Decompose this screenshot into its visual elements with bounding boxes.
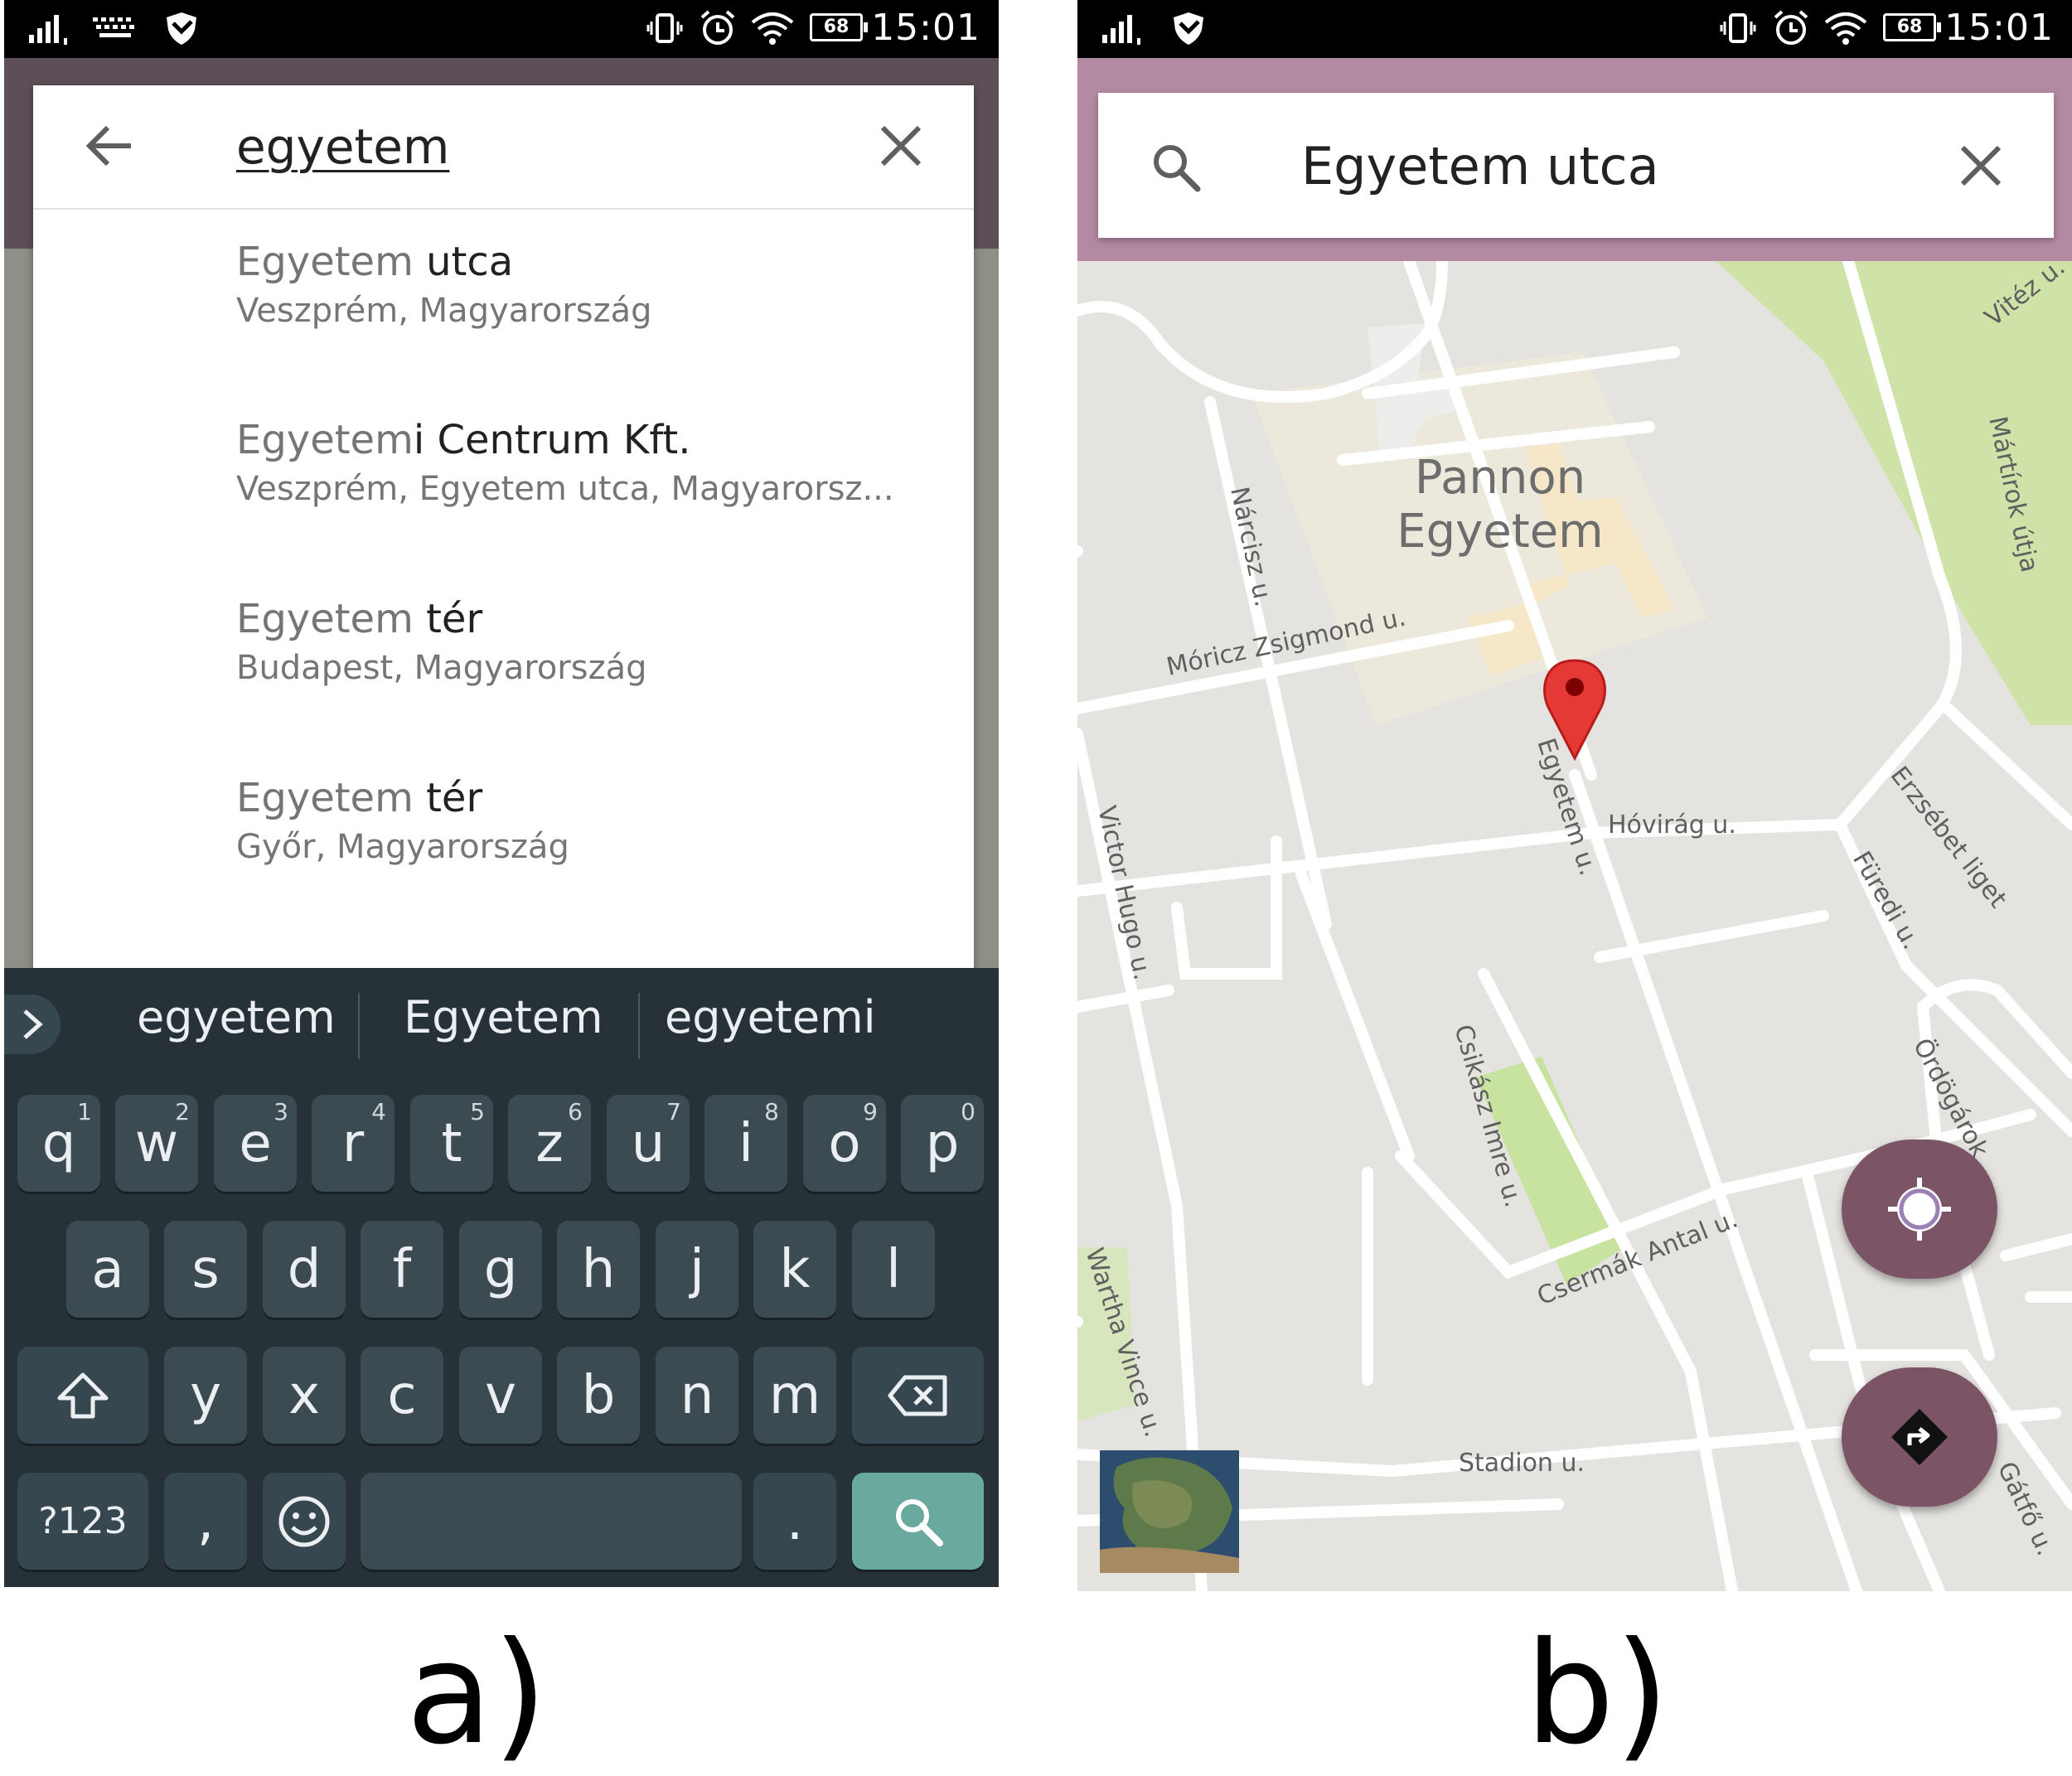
chevron-right-icon[interactable]: [4, 994, 61, 1054]
poi-label: Pannon: [1415, 451, 1585, 505]
key[interactable]: i8: [704, 1095, 787, 1192]
suggestion-title: Egyetem tér: [236, 775, 483, 821]
search-suggestions-screen: 68 15:01 egyetem Egyetem utca Veszprém, …: [4, 0, 999, 1587]
period-key[interactable]: .: [753, 1473, 836, 1570]
key[interactable]: e3: [214, 1095, 297, 1192]
keyboard-suggestion[interactable]: egyetemi: [665, 991, 876, 1043]
search-icon: [895, 1498, 943, 1546]
keyboard-suggestion[interactable]: egyetem: [137, 991, 336, 1043]
back-arrow-icon[interactable]: [83, 123, 136, 169]
vibrate-icon: [646, 10, 683, 46]
search-key[interactable]: [852, 1473, 984, 1570]
crosshair-icon: [1888, 1178, 1951, 1241]
key[interactable]: k: [753, 1221, 836, 1318]
suggestion-subtitle: Veszprém, Magyarország: [236, 292, 652, 330]
emoji-key[interactable]: [263, 1473, 346, 1570]
directions-button[interactable]: [1842, 1367, 1997, 1507]
shield-icon: [163, 10, 200, 46]
suggestion-title: Egyetem utca: [236, 239, 514, 285]
key[interactable]: l: [852, 1221, 935, 1318]
shift-icon: [57, 1372, 109, 1418]
status-bar: 68 15:01: [4, 0, 999, 58]
suggestion-subtitle: Győr, Magyarország: [236, 828, 569, 866]
panel-b-caption: b): [1525, 1612, 1670, 1776]
key[interactable]: s: [164, 1221, 247, 1318]
search-icon[interactable]: [1150, 141, 1203, 194]
search-bar[interactable]: Egyetem utca: [1098, 93, 2054, 238]
key[interactable]: t5: [410, 1095, 493, 1192]
suggestion-subtitle: Budapest, Magyarország: [236, 649, 647, 687]
key[interactable]: o9: [803, 1095, 886, 1192]
suggestion-item[interactable]: Egyetem tér Budapest, Magyarország: [236, 596, 949, 687]
key[interactable]: w2: [115, 1095, 198, 1192]
clock: 15:01: [871, 7, 980, 49]
wifi-icon: [1823, 10, 1868, 46]
wifi-icon: [750, 10, 795, 46]
map-background-left: [4, 249, 33, 970]
suggestion-divider: [358, 993, 360, 1059]
backspace-icon: [888, 1375, 946, 1415]
street-label: Stadion u.: [1459, 1449, 1585, 1478]
key[interactable]: q1: [17, 1095, 100, 1192]
my-location-button[interactable]: [1842, 1140, 1997, 1279]
suggestion-title: Egyetem tér: [236, 596, 483, 642]
vibrate-icon: [1720, 10, 1756, 46]
satellite-layer-thumbnail[interactable]: [1100, 1450, 1239, 1573]
suggestion-item[interactable]: Egyetemi Centrum Kft. Veszprém, Egyetem …: [236, 417, 949, 508]
suggestion-subtitle: Veszprém, Egyetem utca, Magyarorsz...: [236, 470, 894, 508]
street-label: Hóvirág u.: [1608, 811, 1736, 840]
key[interactable]: z6: [508, 1095, 591, 1192]
key[interactable]: p0: [901, 1095, 984, 1192]
shield-icon: [1170, 10, 1207, 46]
keyboard-suggestion[interactable]: Egyetem: [404, 991, 603, 1043]
key[interactable]: f: [361, 1221, 443, 1318]
suggestion-item[interactable]: Egyetem utca Veszprém, Magyarország: [236, 239, 949, 330]
search-header: egyetem: [33, 85, 974, 210]
suggestion-item[interactable]: Egyetem tér Győr, Magyarország: [236, 775, 949, 866]
shift-key[interactable]: [17, 1347, 148, 1444]
battery-indicator: 68: [810, 13, 868, 41]
search-input[interactable]: egyetem: [236, 119, 449, 175]
globe-map-icon: [1100, 1450, 1239, 1573]
directions-icon: [1891, 1409, 1948, 1465]
signal-icon: [27, 10, 70, 46]
key[interactable]: u7: [607, 1095, 690, 1192]
key[interactable]: j: [656, 1221, 738, 1318]
space-key[interactable]: [361, 1473, 742, 1570]
keyboard-icon: [91, 10, 139, 46]
backspace-key[interactable]: [852, 1347, 984, 1444]
key[interactable]: b: [557, 1347, 640, 1444]
key[interactable]: n: [656, 1347, 738, 1444]
key[interactable]: y: [164, 1347, 247, 1444]
suggestion-divider: [638, 993, 640, 1059]
close-icon[interactable]: [1956, 141, 2006, 191]
alarm-icon: [1772, 10, 1810, 46]
close-icon[interactable]: [878, 123, 924, 169]
map-result-screen: 68 15:01 Pannon Egyetem Nárcisz u. Móric…: [1077, 0, 2072, 1591]
search-query-text[interactable]: Egyetem utca: [1301, 136, 1659, 196]
battery-indicator: 68: [1883, 13, 1941, 41]
key[interactable]: r4: [312, 1095, 395, 1192]
panel-a-caption: a): [406, 1612, 548, 1776]
symbols-key[interactable]: ?123: [17, 1473, 148, 1570]
clock: 15:01: [1944, 7, 2054, 49]
signal-icon: [1101, 10, 1144, 46]
key[interactable]: g: [459, 1221, 542, 1318]
key[interactable]: a: [66, 1221, 149, 1318]
key[interactable]: v: [459, 1347, 542, 1444]
key[interactable]: c: [361, 1347, 443, 1444]
map-background-right: [974, 249, 999, 970]
comma-key[interactable]: ,: [164, 1473, 247, 1570]
alarm-icon: [699, 10, 737, 46]
key[interactable]: m: [753, 1347, 836, 1444]
soft-keyboard: egyetem Egyetem egyetemi q1 w2 e3 r4 t5 …: [4, 968, 999, 1587]
search-panel: egyetem Egyetem utca Veszprém, Magyarors…: [33, 85, 974, 972]
emoji-icon: [278, 1496, 330, 1546]
poi-label: Egyetem: [1397, 505, 1603, 559]
key[interactable]: x: [263, 1347, 346, 1444]
key[interactable]: d: [263, 1221, 346, 1318]
status-bar: 68 15:01: [1077, 0, 2072, 58]
suggestion-title: Egyetemi Centrum Kft.: [236, 417, 691, 463]
key[interactable]: h: [557, 1221, 640, 1318]
